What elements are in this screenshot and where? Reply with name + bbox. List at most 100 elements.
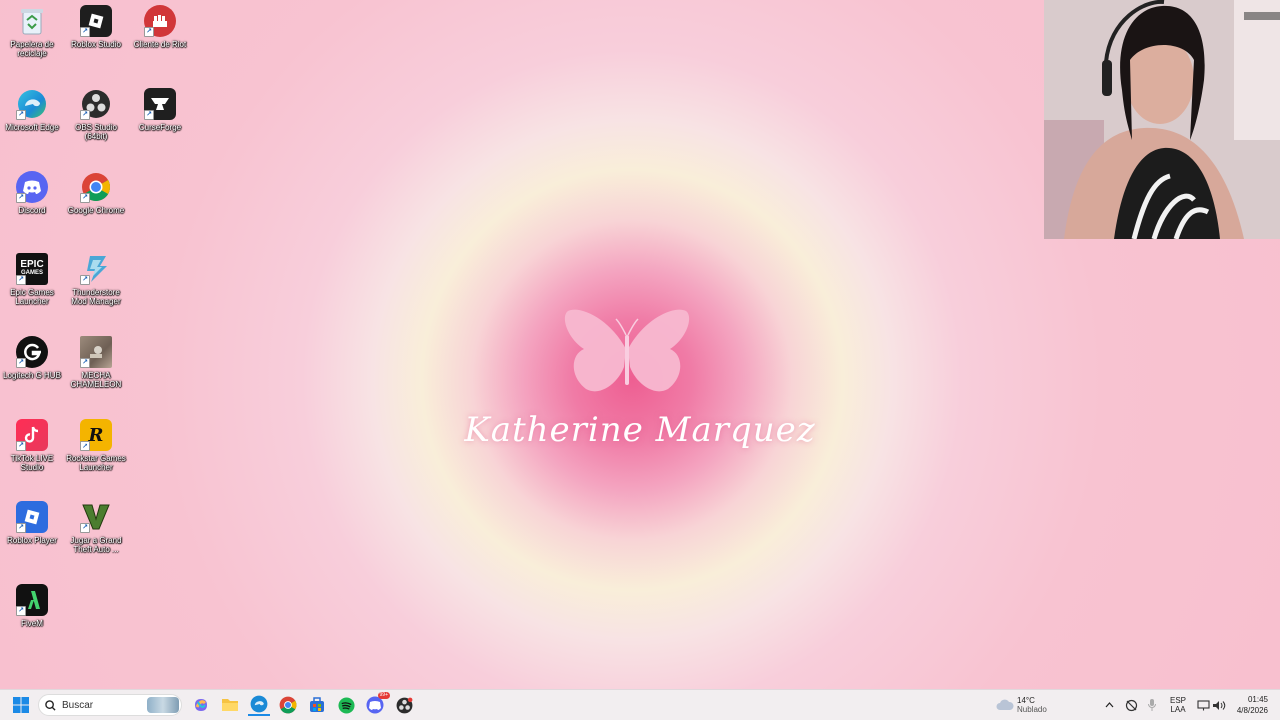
desktop-icon-recycle-bin[interactable]: Papelera de reciclaje (0, 5, 64, 58)
weather-widget[interactable]: 14°C Nublado (996, 694, 1056, 716)
tray-microphone[interactable] (1145, 694, 1159, 716)
desktop-icon-label: Roblox Studio (71, 40, 121, 49)
taskbar-search-box[interactable]: Buscar (38, 694, 182, 716)
desktop-icon-curseforge[interactable]: ↗ CurseForge (128, 88, 192, 132)
tray-network-off[interactable] (1123, 694, 1139, 716)
taskbar-store[interactable] (306, 694, 328, 716)
chrome-icon: ↗ (80, 171, 112, 203)
desktop-icon-gta[interactable]: ↗ Jugar a Grand Theft Auto ... (64, 501, 128, 554)
desktop-icon-tiktok-live[interactable]: ↗ TikTok LIVE Studio (0, 419, 64, 472)
webcam-overlay (1044, 0, 1280, 239)
monitor-network-icon (1196, 699, 1210, 710)
shortcut-arrow-icon: ↗ (16, 606, 26, 616)
desktop-icon-discord[interactable]: ↗ Discord (0, 171, 64, 215)
desktop-icon-epic-games[interactable]: EPIC GAMES ↗ Epic Games Launcher (0, 253, 64, 306)
taskbar-spotify[interactable] (335, 694, 357, 716)
speaker-icon (1213, 700, 1226, 710)
desktop-icon-roblox-studio[interactable]: ↗ Roblox Studio (64, 5, 128, 49)
desktop-icon-label: TikTok LIVE Studio (10, 454, 54, 472)
shortcut-arrow-icon: ↗ (80, 275, 90, 285)
desktop-icon-label: Rockstar Games Launcher (66, 454, 126, 472)
rockstar-icon: R ↗ (80, 419, 112, 451)
obs-icon (396, 697, 412, 713)
edge-icon (250, 695, 268, 713)
desktop-icon-label: Logitech G HUB (3, 371, 61, 380)
thunderstore-icon: ↗ (80, 253, 112, 285)
shortcut-arrow-icon: ↗ (80, 358, 90, 368)
taskbar-file-explorer[interactable] (219, 694, 241, 716)
desktop-icon-logitech[interactable]: ↗ Logitech G HUB (0, 336, 64, 380)
roblox-studio-icon: ↗ (80, 5, 112, 37)
language-indicator[interactable]: ESP LAA (1166, 694, 1190, 716)
lang-code: ESP (1169, 696, 1186, 705)
shortcut-arrow-icon: ↗ (80, 193, 90, 203)
desktop-icon-label: Jugar a Grand Theft Auto ... (70, 536, 122, 554)
taskbar-edge[interactable] (248, 694, 270, 716)
discord-icon: ↗ (16, 171, 48, 203)
desktop-icon-roblox-player[interactable]: ↗ Roblox Player (0, 501, 64, 545)
butterfly-logo-icon (560, 305, 694, 397)
start-button[interactable] (10, 694, 32, 716)
shortcut-arrow-icon: ↗ (16, 275, 26, 285)
tray-network[interactable] (1195, 694, 1211, 716)
shortcut-arrow-icon: ↗ (16, 441, 26, 451)
edge-icon: ↗ (16, 88, 48, 120)
chevron-up-icon (1105, 702, 1113, 708)
shortcut-arrow-icon: ↗ (80, 441, 90, 451)
store-icon (310, 697, 324, 712)
logitech-g-icon: ↗ (16, 336, 48, 368)
desktop-icon-label: Epic Games Launcher (10, 288, 54, 306)
spotify-icon (337, 696, 355, 714)
desktop-icon-riot-client[interactable]: ↗ Cliente de Riot (128, 5, 192, 49)
weather-desc: Nublado (1017, 705, 1047, 714)
folder-icon (222, 699, 238, 711)
wallpaper-brand-name: Katherine Marquez (464, 410, 816, 450)
copilot-icon (195, 699, 207, 711)
desktop-icon-label: Cliente de Riot (133, 40, 187, 49)
tiktok-live-icon: ↗ (16, 419, 48, 451)
shortcut-arrow-icon: ↗ (144, 110, 154, 120)
discord-notification-badge: 99+ (377, 692, 390, 699)
recycle-bin-icon (16, 5, 48, 37)
taskbar-obs[interactable] (393, 694, 415, 716)
desktop-icon-label: CurseForge (138, 123, 182, 132)
riot-fist-icon: ↗ (144, 5, 176, 37)
desktop-icon-mecha-chameleon[interactable]: ↗ MECHA CHAMELEON (64, 336, 128, 389)
shortcut-arrow-icon: ↗ (16, 358, 26, 368)
desktop-icon-edge[interactable]: ↗ Microsoft Edge (0, 88, 64, 132)
desktop-icon-label: Roblox Player (7, 536, 57, 545)
desktop-icon-chrome[interactable]: ↗ Google Chrome (64, 171, 128, 215)
clock-time: 01:45 (1247, 695, 1268, 704)
roblox-player-icon: ↗ (16, 501, 48, 533)
desktop-icon-label: Papelera de reciclaje (10, 40, 54, 58)
system-clock[interactable]: 01:45 4/8/2026 (1237, 694, 1268, 716)
curseforge-anvil-icon: ↗ (144, 88, 176, 120)
taskbar-chrome[interactable] (277, 694, 299, 716)
obs-icon: ↗ (80, 88, 112, 120)
epic-games-icon: EPIC GAMES ↗ (16, 253, 48, 285)
desktop-icon-thunderstore[interactable]: ↗ Thunderstore Mod Manager (64, 253, 128, 306)
desktop-icon-fivem[interactable]: ↗ FiveM (0, 584, 64, 628)
shortcut-arrow-icon: ↗ (80, 27, 90, 37)
search-placeholder: Buscar (62, 699, 94, 711)
desktop-icon-label: Discord (18, 206, 46, 215)
clock-date: 4/8/2026 (1236, 706, 1268, 715)
microphone-icon (1148, 699, 1156, 711)
keyboard-layout: LAA (1170, 705, 1186, 714)
desktop-icon-rockstar[interactable]: R ↗ Rockstar Games Launcher (64, 419, 128, 472)
taskbar-copilot[interactable] (190, 694, 212, 716)
desktop-icon-label: Thunderstore Mod Manager (71, 288, 121, 306)
desktop-icon-label: Microsoft Edge (5, 123, 59, 132)
weather-temp: 14°C (1017, 696, 1035, 705)
shortcut-arrow-icon: ↗ (16, 523, 26, 533)
tray-volume[interactable] (1211, 694, 1227, 716)
shortcut-arrow-icon: ↗ (80, 523, 90, 533)
mecha-chameleon-thumbnail-icon: ↗ (80, 336, 112, 368)
desktop-icon-obs[interactable]: ↗ OBS Studio (64bit) (64, 88, 128, 141)
tray-overflow-button[interactable] (1102, 694, 1116, 716)
taskbar-discord[interactable]: 99+ (364, 692, 390, 716)
desktop-icon-grid: Papelera de reciclaje ↗ Roblox Studio ↗ … (0, 0, 200, 690)
gta-v-icon: ↗ (80, 501, 112, 533)
desktop-icon-label: MECHA CHAMELEON (70, 371, 122, 389)
search-highlight-icon (147, 697, 179, 713)
